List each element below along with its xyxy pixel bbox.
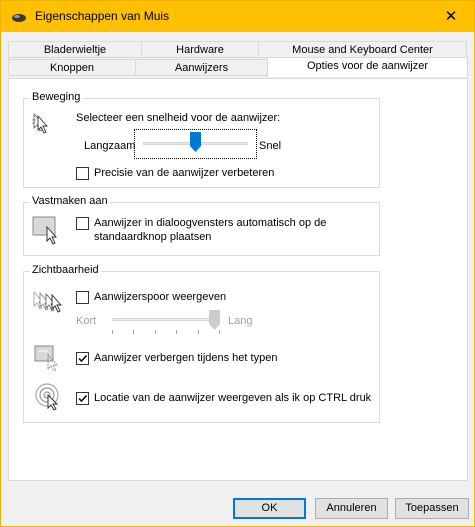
speed-slow-label: Langzaam [84, 140, 136, 152]
show-location-ctrl-label: Locatie van de aanwijzer weergeven als i… [94, 392, 372, 404]
tab-strip: Bladerwieltje Hardware Mouse and Keyboar… [8, 41, 468, 78]
tab-panel: Beweging Selecteer een snelheid voor de … [8, 78, 468, 481]
hide-while-typing-checkbox[interactable] [76, 352, 89, 365]
tab-aanwijzers[interactable]: Aanwijzers [135, 59, 268, 76]
snap-group: Vastmaken aan Aanwijzer in dialoogvenste… [23, 195, 380, 256]
hide-while-typing-icon [34, 345, 62, 374]
mouse-properties-window: Eigenschappen van Muis ✕ Bladerwieltje H… [0, 0, 475, 527]
speed-slider[interactable] [134, 129, 257, 159]
trails-short-label: Kort [76, 315, 97, 327]
hide-while-typing-label: Aanwijzer verbergen tijdens het typen [94, 352, 278, 364]
slider-tick [133, 330, 134, 334]
snap-legend: Vastmaken aan [30, 195, 110, 207]
motion-legend: Beweging [30, 91, 83, 103]
pointer-speed-icon [32, 112, 54, 139]
precision-checkbox[interactable] [76, 167, 89, 180]
speed-fast-label: Snel [259, 140, 282, 152]
slider-tick [112, 330, 113, 334]
snap-to-button-icon [32, 215, 62, 248]
mouse-icon [11, 10, 27, 24]
slider-tick [219, 330, 220, 334]
speed-prompt: Selecteer een snelheid voor de aanwijzer… [76, 112, 281, 124]
tab-bladerwieltje[interactable]: Bladerwieltje [8, 41, 142, 58]
show-location-ctrl-checkbox[interactable] [76, 392, 89, 405]
snap-to-default-checkbox[interactable] [76, 217, 89, 230]
tab-mouse-keyboard-center[interactable]: Mouse and Keyboard Center [258, 41, 467, 58]
precision-label: Precisie van de aanwijzer verbeteren [94, 167, 275, 179]
tab-hardware[interactable]: Hardware [141, 41, 259, 58]
slider-tick [198, 330, 199, 334]
title-bar: Eigenschappen van Muis ✕ [1, 1, 474, 32]
ok-button[interactable]: OK [233, 498, 306, 519]
apply-button[interactable]: Toepassen [395, 498, 469, 519]
snap-to-default-label-line1: Aanwijzer in dialoogvensters automatisch… [94, 217, 327, 229]
snap-to-default-label-line2: standaardknop plaatsen [94, 231, 212, 243]
tab-opties-aanwijzer[interactable]: Opties voor de aanwijzer [267, 57, 468, 77]
show-location-icon [34, 382, 64, 415]
visibility-group: Zichtbaarheid Aanwijzerspoor weergeven K… [23, 264, 380, 423]
tab-knoppen[interactable]: Knoppen [8, 59, 136, 76]
window-title: Eigenschappen van Muis [35, 9, 170, 23]
slider-tick [155, 330, 156, 334]
cancel-button[interactable]: Annuleren [315, 498, 388, 519]
pointer-trails-icon [32, 288, 66, 319]
speed-slider-thumb[interactable] [190, 132, 201, 155]
trails-length-slider[interactable] [112, 310, 224, 334]
visibility-legend: Zichtbaarheid [30, 264, 101, 276]
pointer-trails-label: Aanwijzerspoor weergeven [94, 291, 227, 303]
pointer-trails-checkbox[interactable] [76, 291, 89, 304]
close-button[interactable]: ✕ [428, 1, 474, 32]
trails-long-label: Lang [228, 315, 253, 327]
motion-group: Beweging Selecteer een snelheid voor de … [23, 91, 380, 188]
trails-slider-track [112, 318, 220, 321]
slider-tick [176, 330, 177, 334]
